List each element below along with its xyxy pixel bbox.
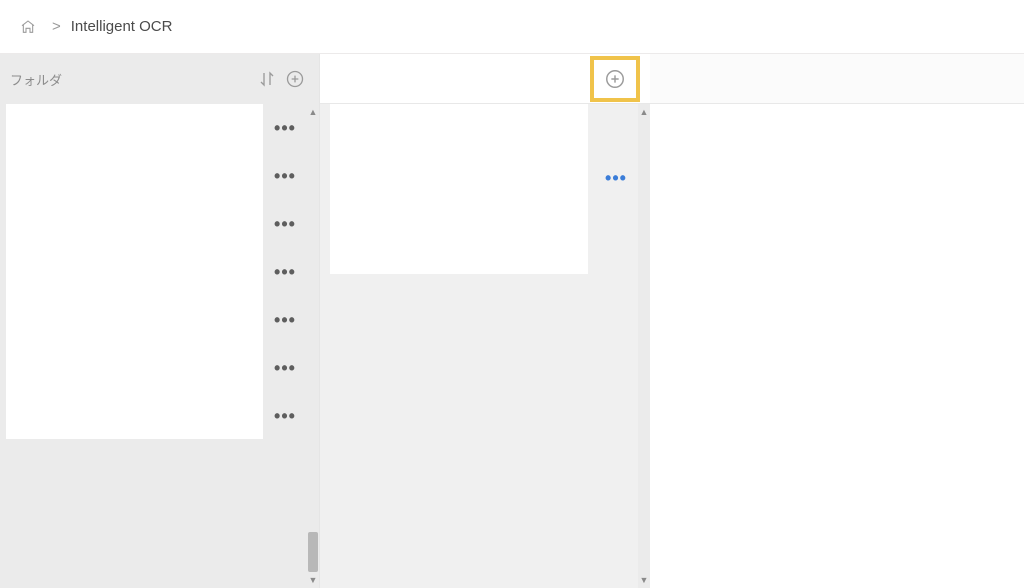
workspace: フォルダ ••• ••• ••• ••• ••• ••• ••• xyxy=(0,54,1024,588)
ellipsis-icon[interactable]: ••• xyxy=(263,152,307,200)
documents-scrollbar[interactable]: ▲ ▼ xyxy=(638,104,650,588)
scroll-up-icon[interactable]: ▲ xyxy=(307,106,319,118)
documents-header xyxy=(320,54,650,104)
scroll-down-icon[interactable]: ▼ xyxy=(638,574,650,586)
breadcrumb-title[interactable]: Intelligent OCR xyxy=(71,18,173,35)
ellipsis-icon[interactable]: ••• xyxy=(263,104,307,152)
folders-header: フォルダ xyxy=(0,54,319,104)
folder-item[interactable] xyxy=(6,104,263,439)
ellipsis-icon[interactable]: ••• xyxy=(263,392,307,440)
ellipsis-icon[interactable]: ••• xyxy=(263,344,307,392)
ellipsis-icon[interactable]: ••• xyxy=(263,248,307,296)
ellipsis-icon[interactable]: ••• xyxy=(263,296,307,344)
folder-actions-col: ••• ••• ••• ••• ••• ••• ••• xyxy=(263,104,307,588)
documents-list: ••• ▲ ▼ xyxy=(320,104,650,588)
home-icon[interactable] xyxy=(14,13,42,41)
scroll-thumb[interactable] xyxy=(308,532,318,572)
breadcrumb: > Intelligent OCR xyxy=(0,0,1024,54)
content-pane xyxy=(650,54,1024,588)
content-header xyxy=(650,54,1024,104)
scroll-up-icon[interactable]: ▲ xyxy=(638,106,650,118)
folders-list: ••• ••• ••• ••• ••• ••• ••• ▲ ▼ xyxy=(0,104,319,588)
ellipsis-icon[interactable]: ••• xyxy=(594,154,638,202)
documents-pane: ••• ▲ ▼ xyxy=(320,54,650,588)
folders-scrollbar[interactable]: ▲ ▼ xyxy=(307,104,319,588)
document-item[interactable] xyxy=(330,104,588,274)
folders-title: フォルダ xyxy=(10,70,253,89)
folders-pane: フォルダ ••• ••• ••• ••• ••• ••• ••• xyxy=(0,54,320,588)
documents-search-input[interactable] xyxy=(330,62,450,96)
sort-icon[interactable] xyxy=(253,65,281,93)
add-document-button[interactable] xyxy=(590,56,640,102)
scroll-down-icon[interactable]: ▼ xyxy=(307,574,319,586)
document-actions-col: ••• xyxy=(594,104,638,588)
add-folder-icon[interactable] xyxy=(281,65,309,93)
breadcrumb-separator-icon: > xyxy=(52,18,61,35)
ellipsis-icon[interactable]: ••• xyxy=(263,200,307,248)
